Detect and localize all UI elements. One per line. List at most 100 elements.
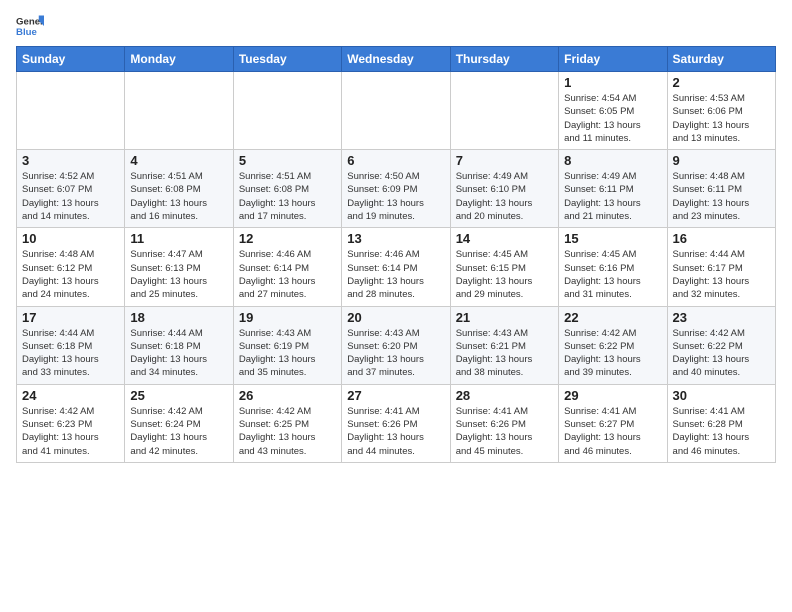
day-number: 11 xyxy=(130,231,227,246)
day-info: Sunrise: 4:41 AM Sunset: 6:26 PM Dayligh… xyxy=(347,405,444,458)
col-header-thursday: Thursday xyxy=(450,47,558,72)
day-info: Sunrise: 4:43 AM Sunset: 6:21 PM Dayligh… xyxy=(456,327,553,380)
day-number: 8 xyxy=(564,153,661,168)
day-number: 16 xyxy=(673,231,770,246)
day-cell: 5 Sunrise: 4:51 AM Sunset: 6:08 PM Daylig… xyxy=(233,150,341,228)
day-info: Sunrise: 4:43 AM Sunset: 6:19 PM Dayligh… xyxy=(239,327,336,380)
day-info: Sunrise: 4:46 AM Sunset: 6:14 PM Dayligh… xyxy=(347,248,444,301)
day-cell: 12 Sunrise: 4:46 AM Sunset: 6:14 PM Dayli… xyxy=(233,228,341,306)
day-cell: 17Sunrise: 4:44 AM Sunset: 6:18 PM Dayli… xyxy=(17,306,125,384)
day-number: 25 xyxy=(130,388,227,403)
day-info: Sunrise: 4:47 AM Sunset: 6:13 PM Dayligh… xyxy=(130,248,227,301)
day-info: Sunrise: 4:53 AM Sunset: 6:06 PM Dayligh… xyxy=(673,92,770,145)
header: General Blue xyxy=(16,12,776,40)
week-row-2: 3 Sunrise: 4:52 AM Sunset: 6:07 PM Daylig… xyxy=(17,150,776,228)
col-header-wednesday: Wednesday xyxy=(342,47,450,72)
day-cell: 1 Sunrise: 4:54 AM Sunset: 6:05 PM Daylig… xyxy=(559,72,667,150)
day-number: 14 xyxy=(456,231,553,246)
week-row-3: 10Sunrise: 4:48 AM Sunset: 6:12 PM Dayli… xyxy=(17,228,776,306)
day-number: 2 xyxy=(673,75,770,90)
day-cell: 11 Sunrise: 4:47 AM Sunset: 6:13 PM Dayli… xyxy=(125,228,233,306)
day-info: Sunrise: 4:44 AM Sunset: 6:17 PM Dayligh… xyxy=(673,248,770,301)
day-cell: 21 Sunrise: 4:43 AM Sunset: 6:21 PM Dayli… xyxy=(450,306,558,384)
day-number: 10 xyxy=(22,231,119,246)
day-info: Sunrise: 4:42 AM Sunset: 6:22 PM Dayligh… xyxy=(673,327,770,380)
day-cell xyxy=(450,72,558,150)
day-cell: 2 Sunrise: 4:53 AM Sunset: 6:06 PM Daylig… xyxy=(667,72,775,150)
day-number: 24 xyxy=(22,388,119,403)
day-number: 3 xyxy=(22,153,119,168)
day-cell: 3 Sunrise: 4:52 AM Sunset: 6:07 PM Daylig… xyxy=(17,150,125,228)
day-cell: 25 Sunrise: 4:42 AM Sunset: 6:24 PM Dayli… xyxy=(125,384,233,462)
day-info: Sunrise: 4:42 AM Sunset: 6:24 PM Dayligh… xyxy=(130,405,227,458)
day-info: Sunrise: 4:51 AM Sunset: 6:08 PM Dayligh… xyxy=(239,170,336,223)
day-cell: 10Sunrise: 4:48 AM Sunset: 6:12 PM Dayli… xyxy=(17,228,125,306)
day-number: 27 xyxy=(347,388,444,403)
day-number: 19 xyxy=(239,310,336,325)
day-cell xyxy=(125,72,233,150)
day-number: 7 xyxy=(456,153,553,168)
day-info: Sunrise: 4:49 AM Sunset: 6:11 PM Dayligh… xyxy=(564,170,661,223)
day-number: 15 xyxy=(564,231,661,246)
day-cell: 14 Sunrise: 4:45 AM Sunset: 6:15 PM Dayli… xyxy=(450,228,558,306)
day-cell: 18Sunrise: 4:44 AM Sunset: 6:18 PM Dayli… xyxy=(125,306,233,384)
day-info: Sunrise: 4:41 AM Sunset: 6:28 PM Dayligh… xyxy=(673,405,770,458)
day-number: 30 xyxy=(673,388,770,403)
day-cell: 16 Sunrise: 4:44 AM Sunset: 6:17 PM Dayli… xyxy=(667,228,775,306)
col-header-sunday: Sunday xyxy=(17,47,125,72)
day-number: 4 xyxy=(130,153,227,168)
week-row-1: 1 Sunrise: 4:54 AM Sunset: 6:05 PM Daylig… xyxy=(17,72,776,150)
day-info: Sunrise: 4:45 AM Sunset: 6:15 PM Dayligh… xyxy=(456,248,553,301)
day-cell: 15 Sunrise: 4:45 AM Sunset: 6:16 PM Dayli… xyxy=(559,228,667,306)
day-info: Sunrise: 4:54 AM Sunset: 6:05 PM Dayligh… xyxy=(564,92,661,145)
day-cell xyxy=(342,72,450,150)
day-number: 13 xyxy=(347,231,444,246)
day-cell: 7 Sunrise: 4:49 AM Sunset: 6:10 PM Daylig… xyxy=(450,150,558,228)
day-number: 6 xyxy=(347,153,444,168)
day-cell xyxy=(17,72,125,150)
day-info: Sunrise: 4:43 AM Sunset: 6:20 PM Dayligh… xyxy=(347,327,444,380)
day-info: Sunrise: 4:41 AM Sunset: 6:27 PM Dayligh… xyxy=(564,405,661,458)
logo-icon: General Blue xyxy=(16,12,44,40)
day-cell: 13 Sunrise: 4:46 AM Sunset: 6:14 PM Dayli… xyxy=(342,228,450,306)
day-number: 1 xyxy=(564,75,661,90)
col-header-saturday: Saturday xyxy=(667,47,775,72)
day-info: Sunrise: 4:50 AM Sunset: 6:09 PM Dayligh… xyxy=(347,170,444,223)
day-info: Sunrise: 4:49 AM Sunset: 6:10 PM Dayligh… xyxy=(456,170,553,223)
day-number: 12 xyxy=(239,231,336,246)
day-number: 29 xyxy=(564,388,661,403)
svg-text:Blue: Blue xyxy=(16,27,37,38)
day-info: Sunrise: 4:46 AM Sunset: 6:14 PM Dayligh… xyxy=(239,248,336,301)
day-cell: 8 Sunrise: 4:49 AM Sunset: 6:11 PM Daylig… xyxy=(559,150,667,228)
day-number: 20 xyxy=(347,310,444,325)
day-info: Sunrise: 4:44 AM Sunset: 6:18 PM Dayligh… xyxy=(130,327,227,380)
day-number: 26 xyxy=(239,388,336,403)
day-cell: 4Sunrise: 4:51 AM Sunset: 6:08 PM Daylig… xyxy=(125,150,233,228)
day-cell: 26Sunrise: 4:42 AM Sunset: 6:25 PM Dayli… xyxy=(233,384,341,462)
day-info: Sunrise: 4:52 AM Sunset: 6:07 PM Dayligh… xyxy=(22,170,119,223)
day-number: 5 xyxy=(239,153,336,168)
day-number: 22 xyxy=(564,310,661,325)
day-number: 21 xyxy=(456,310,553,325)
col-header-monday: Monday xyxy=(125,47,233,72)
day-info: Sunrise: 4:48 AM Sunset: 6:11 PM Dayligh… xyxy=(673,170,770,223)
col-header-tuesday: Tuesday xyxy=(233,47,341,72)
day-cell: 19 Sunrise: 4:43 AM Sunset: 6:19 PM Dayli… xyxy=(233,306,341,384)
day-info: Sunrise: 4:45 AM Sunset: 6:16 PM Dayligh… xyxy=(564,248,661,301)
day-cell: 28Sunrise: 4:41 AM Sunset: 6:26 PM Dayli… xyxy=(450,384,558,462)
page: General Blue SundayMondayTuesdayWednesda… xyxy=(0,0,792,471)
day-cell: 24 Sunrise: 4:42 AM Sunset: 6:23 PM Dayli… xyxy=(17,384,125,462)
day-info: Sunrise: 4:41 AM Sunset: 6:26 PM Dayligh… xyxy=(456,405,553,458)
col-header-friday: Friday xyxy=(559,47,667,72)
day-cell xyxy=(233,72,341,150)
logo: General Blue xyxy=(16,12,44,40)
week-row-4: 17Sunrise: 4:44 AM Sunset: 6:18 PM Dayli… xyxy=(17,306,776,384)
day-cell: 6 Sunrise: 4:50 AM Sunset: 6:09 PM Daylig… xyxy=(342,150,450,228)
day-cell: 9Sunrise: 4:48 AM Sunset: 6:11 PM Daylig… xyxy=(667,150,775,228)
day-info: Sunrise: 4:44 AM Sunset: 6:18 PM Dayligh… xyxy=(22,327,119,380)
day-cell: 29 Sunrise: 4:41 AM Sunset: 6:27 PM Dayli… xyxy=(559,384,667,462)
day-info: Sunrise: 4:42 AM Sunset: 6:23 PM Dayligh… xyxy=(22,405,119,458)
calendar-header-row: SundayMondayTuesdayWednesdayThursdayFrid… xyxy=(17,47,776,72)
day-cell: 30 Sunrise: 4:41 AM Sunset: 6:28 PM Dayli… xyxy=(667,384,775,462)
day-cell: 23Sunrise: 4:42 AM Sunset: 6:22 PM Dayli… xyxy=(667,306,775,384)
